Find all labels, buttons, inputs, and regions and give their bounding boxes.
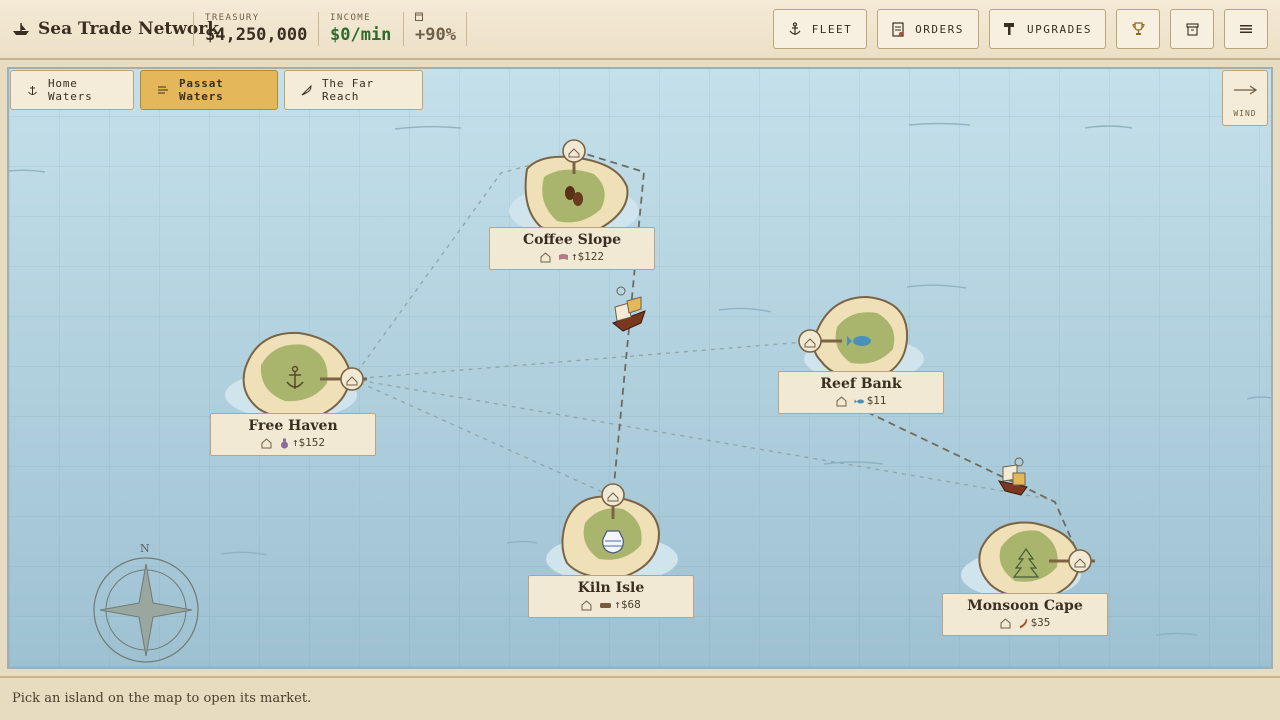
- archive-button[interactable]: [1170, 9, 1214, 49]
- ship-1: [612, 286, 646, 332]
- menu-button[interactable]: [1224, 9, 1268, 49]
- ship-2: [997, 457, 1028, 496]
- island-monsoon-cape-shape: [961, 521, 1095, 599]
- port-icon: [1000, 617, 1011, 629]
- wind-arrow-icon: [1233, 85, 1258, 95]
- hammer-icon: [1003, 22, 1017, 36]
- island-card-kiln-isle[interactable]: Kiln Isle ↑$68: [528, 575, 694, 618]
- island-price: ↑$122: [570, 250, 605, 263]
- brand: Sea Trade Network: [12, 0, 219, 58]
- scroll-icon: [892, 21, 905, 37]
- income-stat: INCOME $0/min: [318, 12, 391, 46]
- island-card-coffee-slope[interactable]: Coffee Slope ↑$122: [489, 227, 655, 270]
- menu-icon: [1240, 24, 1252, 34]
- wind-label: WIND: [1233, 109, 1257, 118]
- wind-icon: [157, 85, 169, 95]
- app-title: Sea Trade Network: [38, 19, 219, 39]
- island-info: $11: [779, 393, 943, 409]
- island-name: Kiln Isle: [577, 580, 645, 596]
- wind-indicator[interactable]: WIND: [1222, 70, 1268, 126]
- island-coffee-slope-shape: [509, 139, 639, 237]
- port-icon: [836, 395, 847, 407]
- island-info: ↑$152: [211, 435, 375, 451]
- island-cargo: ↑$122: [558, 249, 604, 265]
- status-hint: Pick an island on the map to open its ma…: [12, 691, 312, 706]
- island-price: ↑$68: [614, 598, 641, 611]
- upgrades-button[interactable]: UPGRADES: [989, 9, 1106, 49]
- island-cargo: $35: [1018, 615, 1051, 631]
- island-card-reef-bank[interactable]: Reef Bank $11: [778, 371, 944, 414]
- flag-icon: [558, 252, 569, 263]
- treasury-label: TREASURY: [205, 13, 260, 23]
- island-price: $35: [1030, 616, 1051, 629]
- island-price: $11: [866, 394, 887, 407]
- region-tab-label: Passat Waters: [179, 77, 224, 103]
- upgrades-button-label: UPGRADES: [1027, 22, 1092, 36]
- island-cargo: $11: [854, 393, 887, 409]
- island-info: $35: [943, 615, 1107, 631]
- island-info: ↑$68: [529, 597, 693, 613]
- trophy-icon: [1131, 22, 1145, 36]
- bonus-value: +90%: [415, 25, 456, 45]
- region-tab-home-waters[interactable]: Home Waters: [10, 70, 134, 110]
- ship-logo-icon: [12, 21, 30, 37]
- region-tab-passat-waters[interactable]: Passat Waters: [140, 70, 278, 110]
- orders-button[interactable]: ORDERS: [877, 9, 979, 49]
- island-name: Monsoon Cape: [967, 598, 1083, 614]
- potion-icon: [279, 438, 290, 449]
- island-price: ↑$152: [291, 436, 326, 449]
- island-info: ↑$122: [490, 249, 654, 265]
- port-icon: [581, 599, 592, 611]
- compass-north-label: N: [140, 542, 150, 555]
- income-label: INCOME: [330, 13, 371, 23]
- compass-rose: [93, 557, 199, 663]
- port-icons: [346, 148, 1086, 568]
- income-value: $0/min: [330, 25, 392, 45]
- island-cargo: ↑$152: [279, 435, 325, 451]
- region-tab-label: Home Waters: [48, 77, 93, 103]
- fleet-button[interactable]: FLEET: [773, 9, 867, 49]
- region-tab-label: The Far Reach: [322, 77, 374, 103]
- island-cargo: ↑$68: [599, 597, 641, 613]
- pepper-icon: [1018, 618, 1029, 629]
- anchor-icon: [788, 22, 802, 36]
- island-name: Reef Bank: [820, 376, 902, 392]
- status-bar: Pick an island on the map to open its ma…: [0, 676, 1280, 720]
- island-card-free-haven[interactable]: Free Haven ↑$152: [210, 413, 376, 456]
- island-card-monsoon-cape[interactable]: Monsoon Cape $35: [942, 593, 1108, 636]
- trophy-button[interactable]: [1116, 9, 1160, 49]
- region-tab-the-far-reach[interactable]: The Far Reach: [284, 70, 423, 110]
- island-name: Free Haven: [248, 418, 338, 434]
- port-icon: [261, 437, 272, 449]
- fish-icon: [854, 396, 865, 407]
- routes: [351, 150, 1082, 562]
- port-icon: [540, 251, 551, 263]
- archive-icon: [1185, 22, 1199, 36]
- orders-button-label: ORDERS: [915, 22, 964, 36]
- island-free-haven-shape: [225, 331, 367, 420]
- stats-divider: [466, 12, 467, 46]
- island-kiln-isle-shape: [546, 483, 678, 583]
- top-bar: Sea Trade Network TREASURY $4,250,000 IN…: [0, 0, 1280, 60]
- treasury-stat: TREASURY $4,250,000: [193, 12, 307, 46]
- island-name: Coffee Slope: [522, 232, 622, 248]
- fleet-button-label: FLEET: [811, 22, 853, 36]
- treasury-value: $4,250,000: [205, 25, 308, 45]
- bonus-icon: [415, 12, 456, 24]
- brick-icon: [599, 600, 612, 611]
- feather-icon: [301, 84, 312, 96]
- anchor-icon: [27, 85, 38, 96]
- bonus-stat: +90%: [403, 12, 456, 46]
- island-reef-bank-shape: [798, 295, 924, 381]
